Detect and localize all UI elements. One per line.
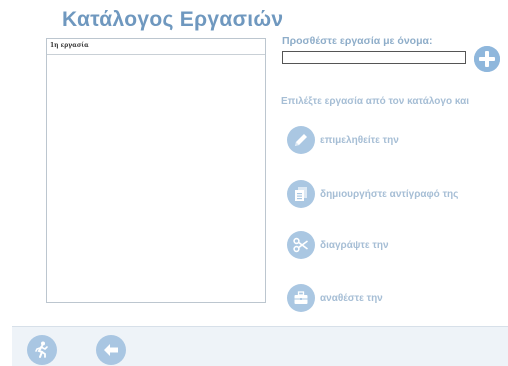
task-list[interactable]: 1η εργασία [46, 38, 266, 303]
arrow-left-icon [104, 344, 118, 356]
plus-icon [474, 46, 500, 72]
assign-task-label: αναθέστε την [320, 292, 383, 304]
edit-task-button[interactable]: επιμεληθείτε την [287, 126, 399, 154]
briefcase-icon [287, 284, 315, 312]
task-name-input[interactable] [282, 51, 466, 64]
assign-task-button[interactable]: αναθέστε την [287, 284, 383, 312]
edit-task-label: επιμεληθείτε την [320, 134, 399, 146]
select-task-label: Επιλέξτε εργασία από τον κατάλογο και [281, 96, 470, 107]
pencil-icon [287, 126, 315, 154]
back-button[interactable] [96, 335, 126, 365]
document-copy-icon [287, 180, 315, 208]
scissors-icon [287, 231, 315, 259]
copy-task-label: δημιουργήστε αντίγραφό της [320, 188, 459, 200]
copy-task-button[interactable]: δημιουργήστε αντίγραφό της [287, 180, 458, 208]
add-task-label: Προσθέστε εργασία με όνομα: [282, 35, 433, 47]
running-person-icon [35, 341, 48, 358]
task-list-item[interactable]: 1η εργασία [47, 39, 265, 55]
exit-button[interactable] [27, 335, 57, 365]
add-task-button[interactable] [474, 46, 500, 72]
delete-task-label: διαγράψτε την [320, 239, 389, 251]
bottom-toolbar [12, 326, 508, 366]
page-title: Κατάλογος Εργασιών [62, 8, 284, 31]
delete-task-button[interactable]: διαγράψτε την [287, 231, 389, 259]
